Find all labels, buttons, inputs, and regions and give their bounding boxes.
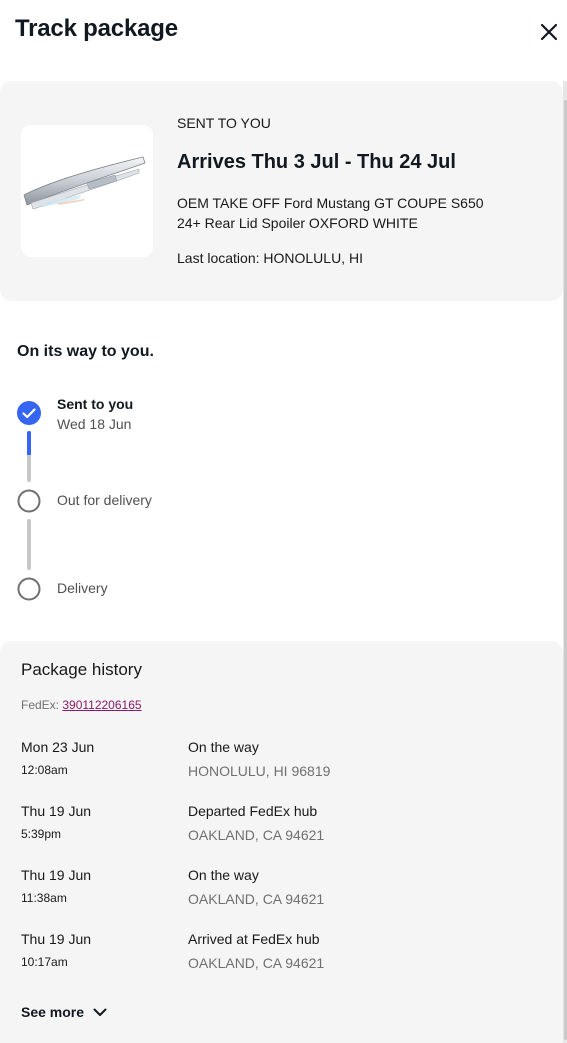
event-status: On the way bbox=[188, 739, 259, 755]
step-date: Wed 18 Jun bbox=[57, 416, 132, 432]
checkmark-circle-icon bbox=[17, 401, 41, 425]
step-label: Out for delivery bbox=[57, 492, 152, 508]
see-more-button[interactable]: See more bbox=[21, 1004, 108, 1020]
estimated-arrival: Arrives Thu 3 Jul - Thu 24 Jul bbox=[177, 151, 456, 173]
history-event-row: Thu 19 Jun 5:39pm Departed FedEx hub OAK… bbox=[21, 803, 541, 859]
item-summary-card: SENT TO YOU Arrives Thu 3 Jul - Thu 24 J… bbox=[0, 81, 563, 301]
last-location: Last location: HONOLULU, HI bbox=[177, 250, 363, 266]
event-time: 10:17am bbox=[21, 955, 68, 969]
close-button[interactable] bbox=[535, 18, 563, 46]
event-status: On the way bbox=[188, 867, 259, 883]
event-date: Thu 19 Jun bbox=[21, 931, 92, 947]
history-event-row: Thu 19 Jun 11:38am On the way OAKLAND, C… bbox=[21, 867, 541, 923]
chevron-down-icon bbox=[93, 1008, 107, 1016]
empty-circle-icon bbox=[17, 489, 41, 513]
close-icon bbox=[540, 23, 558, 41]
event-location: OAKLAND, CA 94621 bbox=[188, 891, 325, 907]
event-location: OAKLAND, CA 94621 bbox=[188, 955, 325, 971]
carrier-line: FedEx: 390112206165 bbox=[21, 698, 142, 712]
progress-title: On its way to you. bbox=[17, 343, 154, 360]
history-event-row: Mon 23 Jun 12:08am On the way HONOLULU, … bbox=[21, 739, 541, 795]
progress-connector-fill bbox=[27, 431, 31, 455]
package-history-section: Package history FedEx: 390112206165 Mon … bbox=[0, 641, 563, 1043]
see-more-label: See more bbox=[21, 1004, 85, 1020]
panel-header: Track package bbox=[0, 0, 567, 72]
event-status: Departed FedEx hub bbox=[188, 803, 318, 819]
event-time: 11:38am bbox=[21, 891, 67, 905]
event-status: Arrived at FedEx hub bbox=[188, 931, 320, 947]
item-image[interactable] bbox=[21, 125, 153, 257]
tracking-number-link[interactable]: 390112206165 bbox=[62, 698, 141, 712]
history-event-row: Thu 19 Jun 10:17am Arrived at FedEx hub … bbox=[21, 931, 541, 987]
page-title: Track package bbox=[15, 15, 178, 42]
empty-circle-icon bbox=[17, 577, 41, 601]
event-date: Mon 23 Jun bbox=[21, 739, 95, 755]
step-label: Delivery bbox=[57, 580, 108, 596]
carrier-name: FedEx: bbox=[21, 698, 60, 712]
progress-connector bbox=[27, 519, 31, 570]
event-location: HONOLULU, HI 96819 bbox=[188, 763, 331, 779]
step-label: Sent to you bbox=[57, 396, 134, 412]
event-location: OAKLAND, CA 94621 bbox=[188, 827, 325, 843]
history-title: Package history bbox=[21, 660, 142, 679]
spoiler-image bbox=[23, 156, 146, 210]
event-time: 5:39pm bbox=[21, 827, 62, 841]
shipment-status-label: SENT TO YOU bbox=[177, 115, 271, 131]
event-time: 12:08am bbox=[21, 763, 68, 777]
event-date: Thu 19 Jun bbox=[21, 803, 92, 819]
track-package-panel: Track package SENT TO YOU Arrives Thu 3 … bbox=[0, 0, 567, 1043]
event-date: Thu 19 Jun bbox=[21, 867, 92, 883]
item-title[interactable]: OEM TAKE OFF Ford Mustang GT COUPE S650 … bbox=[177, 193, 507, 233]
